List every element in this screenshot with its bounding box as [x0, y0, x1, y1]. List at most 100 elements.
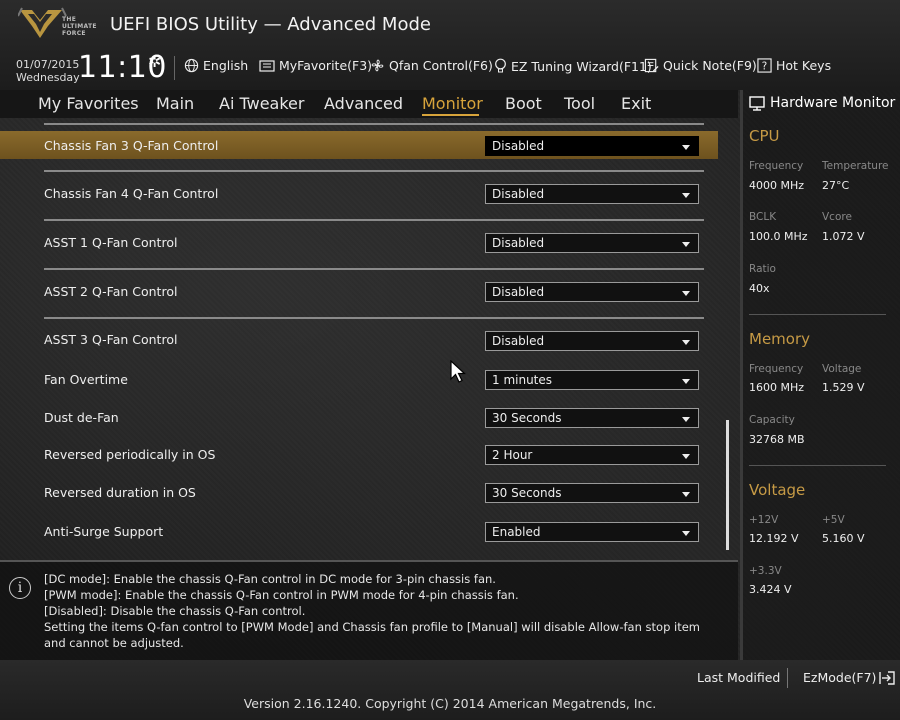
footer-bar — [0, 660, 900, 720]
myfavorite-label: MyFavorite(F3) — [279, 58, 373, 73]
dropdown-value: Disabled — [492, 236, 545, 250]
chevron-down-icon — [682, 531, 690, 536]
hot-keys-button[interactable]: ? Hot Keys — [757, 58, 831, 73]
setting-label-chassis-fan-4: Chassis Fan 4 Q-Fan Control — [44, 186, 219, 201]
chevron-down-icon — [682, 340, 690, 345]
capacity-value: 32768 MB — [749, 433, 805, 446]
qfan-label: Qfan Control(F6) — [389, 58, 493, 73]
qfan-control-button[interactable]: Qfan Control(F6) — [370, 58, 493, 73]
language-button[interactable]: English — [184, 58, 248, 73]
favorite-icon — [259, 59, 275, 72]
tab-tool[interactable]: Tool — [564, 94, 595, 113]
asst-3-dropdown[interactable]: Disabled — [485, 331, 699, 351]
cpu-frequency-value: 4000 MHz — [749, 179, 805, 192]
bulb-icon — [495, 58, 506, 73]
last-modified-button[interactable]: Last Modified — [697, 670, 780, 685]
dropdown-value: 1 minutes — [492, 373, 553, 387]
cpu-temperature-label: Temperature — [822, 160, 889, 172]
setting-label-anti-surge: Anti-Surge Support — [44, 524, 164, 539]
hardware-monitor-header: Hardware Monitor — [749, 95, 895, 111]
scrollbar[interactable] — [726, 420, 729, 550]
divider — [749, 465, 886, 466]
svg-text:?: ? — [762, 60, 767, 72]
tab-monitor[interactable]: Monitor — [422, 94, 483, 113]
tab-ai-tweaker[interactable]: Ai Tweaker — [219, 94, 304, 113]
row-separator — [44, 170, 704, 172]
active-tab-indicator — [422, 114, 479, 116]
divider — [749, 314, 886, 315]
gear-icon[interactable]: ✲ — [148, 52, 161, 71]
v5-value: 5.160 V — [822, 532, 865, 545]
info-icon: i — [9, 577, 31, 599]
memory-frequency-label: Frequency — [749, 363, 804, 375]
tab-advanced[interactable]: Advanced — [324, 94, 403, 113]
v12-label: +12V — [749, 514, 779, 526]
mouse-cursor-icon — [450, 360, 466, 383]
setting-label-asst-2: ASST 2 Q-Fan Control — [44, 284, 178, 299]
memory-frequency-value: 1600 MHz — [749, 381, 805, 394]
chevron-down-icon — [682, 145, 690, 150]
chevron-down-icon — [682, 417, 690, 422]
note-icon — [644, 58, 659, 73]
chevron-down-icon — [682, 193, 690, 198]
tab-boot[interactable]: Boot — [505, 94, 542, 113]
setting-label-reversed-periodically: Reversed periodically in OS — [44, 447, 216, 462]
dropdown-value: Disabled — [492, 187, 545, 201]
dropdown-value: Disabled — [492, 139, 545, 153]
ez-tuning-label: EZ Tuning Wizard(F11) — [511, 58, 652, 74]
dust-de-fan-dropdown[interactable]: 30 Seconds — [485, 408, 699, 428]
vcore-label: Vcore — [822, 211, 852, 223]
bclk-value: 100.0 MHz — [749, 230, 808, 243]
reversed-periodically-dropdown[interactable]: 2 Hour — [485, 445, 699, 465]
tab-exit[interactable]: Exit — [621, 94, 651, 113]
ratio-value: 40x — [749, 282, 770, 295]
memory-heading: Memory — [749, 330, 811, 348]
ezmode-label: EzMode(F7) — [803, 670, 877, 685]
row-separator — [44, 317, 704, 319]
chassis-fan-4-dropdown[interactable]: Disabled — [485, 184, 699, 204]
divider — [787, 668, 788, 688]
help-icon: ? — [757, 58, 772, 73]
help-line: [DC mode]: Enable the chassis Q-Fan cont… — [44, 572, 496, 586]
chevron-down-icon — [682, 242, 690, 247]
divider — [174, 56, 175, 80]
fan-overtime-dropdown[interactable]: 1 minutes — [485, 370, 699, 390]
cpu-temperature-value: 27°C — [822, 179, 850, 192]
voltage-heading: Voltage — [749, 481, 806, 499]
vcore-value: 1.072 V — [822, 230, 865, 243]
chassis-fan-3-dropdown[interactable]: Disabled — [485, 136, 699, 156]
tab-my-favorites[interactable]: My Favorites — [38, 94, 139, 113]
dropdown-value: Disabled — [492, 334, 545, 348]
myfavorite-button[interactable]: MyFavorite(F3) — [259, 58, 372, 73]
language-label: English — [203, 58, 249, 73]
v33-value: 3.424 V — [749, 583, 792, 596]
quick-note-button[interactable]: Quick Note(F9) — [644, 58, 757, 73]
tab-main[interactable]: Main — [156, 94, 194, 113]
dropdown-value: 30 Seconds — [492, 486, 562, 500]
anti-surge-dropdown[interactable]: Enabled — [485, 522, 699, 542]
v5-label: +5V — [822, 514, 845, 526]
dropdown-value: 2 Hour — [492, 448, 533, 462]
reversed-duration-dropdown[interactable]: 30 Seconds — [485, 483, 699, 503]
bclk-label: BCLK — [749, 211, 777, 223]
help-line: [PWM mode]: Enable the chassis Q-Fan con… — [44, 588, 519, 602]
v33-label: +3.3V — [749, 565, 782, 577]
exit-icon — [879, 670, 896, 685]
chevron-down-icon — [682, 291, 690, 296]
capacity-label: Capacity — [749, 414, 795, 426]
dropdown-value: 30 Seconds — [492, 411, 562, 425]
asst-2-dropdown[interactable]: Disabled — [485, 282, 699, 302]
dropdown-value: Enabled — [492, 525, 541, 539]
logo-text: THE ULTIMATE FORCE — [62, 16, 97, 37]
asst-1-dropdown[interactable]: Disabled — [485, 233, 699, 253]
help-text: [DC mode]: Enable the chassis Q-Fan cont… — [44, 571, 714, 651]
ezmode-button[interactable]: EzMode(F7) — [803, 670, 896, 685]
version-text: Version 2.16.1240. Copyright (C) 2014 Am… — [243, 696, 657, 711]
date: 01/07/2015 — [16, 58, 80, 71]
ratio-label: Ratio — [749, 263, 776, 275]
v12-value: 12.192 V — [749, 532, 799, 545]
ez-tuning-wizard-button[interactable]: EZ Tuning Wizard(F11) — [494, 58, 652, 74]
setting-label-chassis-fan-3: Chassis Fan 3 Q-Fan Control — [44, 138, 219, 153]
cpu-heading: CPU — [749, 127, 780, 145]
setting-label-reversed-duration: Reversed duration in OS — [44, 485, 196, 500]
